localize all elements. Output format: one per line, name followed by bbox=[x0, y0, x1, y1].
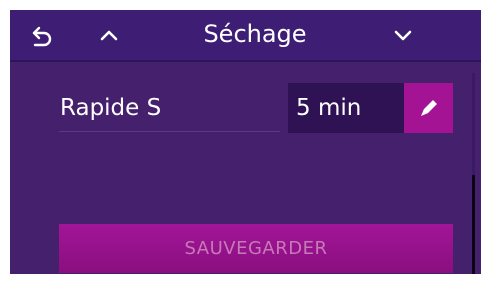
scroll-thumb[interactable] bbox=[472, 175, 475, 274]
setting-row-rapide-s: Rapide S 5 min bbox=[10, 10, 481, 140]
label-underline bbox=[59, 131, 280, 132]
duration-value-field[interactable]: 5 min bbox=[288, 83, 404, 133]
save-button[interactable]: SAUVEGARDER bbox=[59, 224, 453, 273]
setting-label: Rapide S bbox=[60, 95, 162, 121]
pencil-icon bbox=[420, 100, 437, 116]
scrollbar[interactable] bbox=[472, 73, 475, 274]
dryer-settings-screen: Séchage Rapide S 5 min SAUVEGARDER bbox=[10, 10, 481, 274]
edit-button[interactable] bbox=[404, 83, 453, 133]
duration-value: 5 min bbox=[296, 95, 362, 121]
